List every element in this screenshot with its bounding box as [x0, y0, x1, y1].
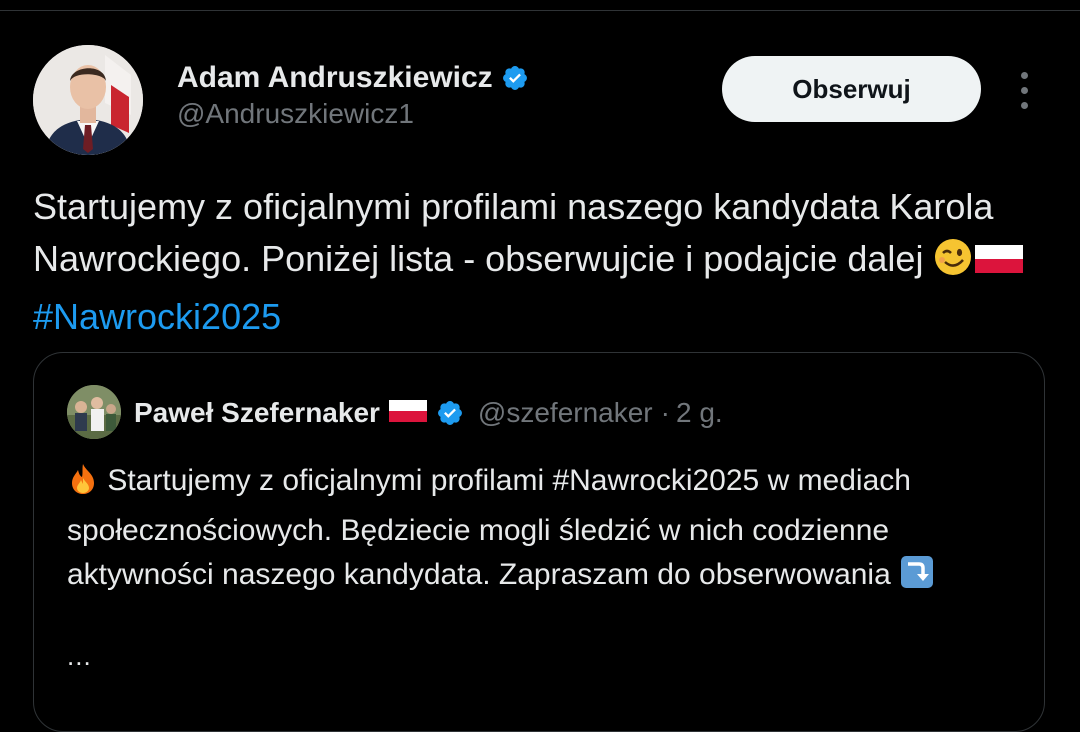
arrow-down-emoji-icon	[899, 554, 935, 603]
tweet-text-body: Startujemy z oficjalnymi profilami nasze…	[33, 186, 994, 279]
quote-text: Startujemy z oficjalnymi profilami #Nawr…	[67, 459, 1017, 603]
more-options-icon[interactable]	[1008, 68, 1040, 112]
more-dot	[1020, 101, 1028, 109]
quote-header: Paweł Szefernaker @szefernaker · 2 g.	[134, 393, 723, 433]
tweet-text: Startujemy z oficjalnymi profilami nasze…	[33, 181, 1043, 343]
top-divider	[0, 10, 1080, 11]
poland-flag-icon	[388, 397, 428, 430]
verified-badge-icon	[437, 401, 462, 425]
poland-flag-icon	[973, 239, 1025, 291]
author-photo-icon	[33, 45, 143, 155]
more-dot	[1020, 86, 1028, 94]
follow-button[interactable]: Obserwuj	[722, 56, 981, 122]
author-avatar[interactable]	[33, 45, 143, 155]
author-handle[interactable]: @Andruszkiewicz1	[177, 98, 414, 130]
quote-author-photo-icon	[67, 385, 121, 439]
quote-ellipsis: ...	[67, 641, 92, 671]
quote-timestamp[interactable]: 2 g.	[676, 397, 723, 429]
quote-author-avatar[interactable]	[67, 385, 121, 439]
author-name-row: Adam Andruszkiewicz	[177, 58, 529, 98]
quote-separator: ·	[660, 397, 670, 428]
fire-emoji-icon	[67, 462, 99, 509]
quote-text-body: Startujemy z oficjalnymi profilami #Nawr…	[67, 464, 911, 591]
more-dot	[1020, 71, 1028, 79]
verified-badge-icon	[502, 66, 527, 90]
quoted-tweet-card[interactable]: Paweł Szefernaker @szefernaker · 2 g. St…	[33, 352, 1045, 732]
quote-author-name[interactable]: Paweł Szefernaker	[134, 397, 380, 429]
quote-author-handle[interactable]: @szefernaker	[478, 397, 653, 429]
wink-emoji-icon	[933, 237, 973, 291]
author-name[interactable]: Adam Andruszkiewicz	[177, 61, 493, 95]
hashtag-link[interactable]: #Nawrocki2025	[33, 296, 281, 337]
